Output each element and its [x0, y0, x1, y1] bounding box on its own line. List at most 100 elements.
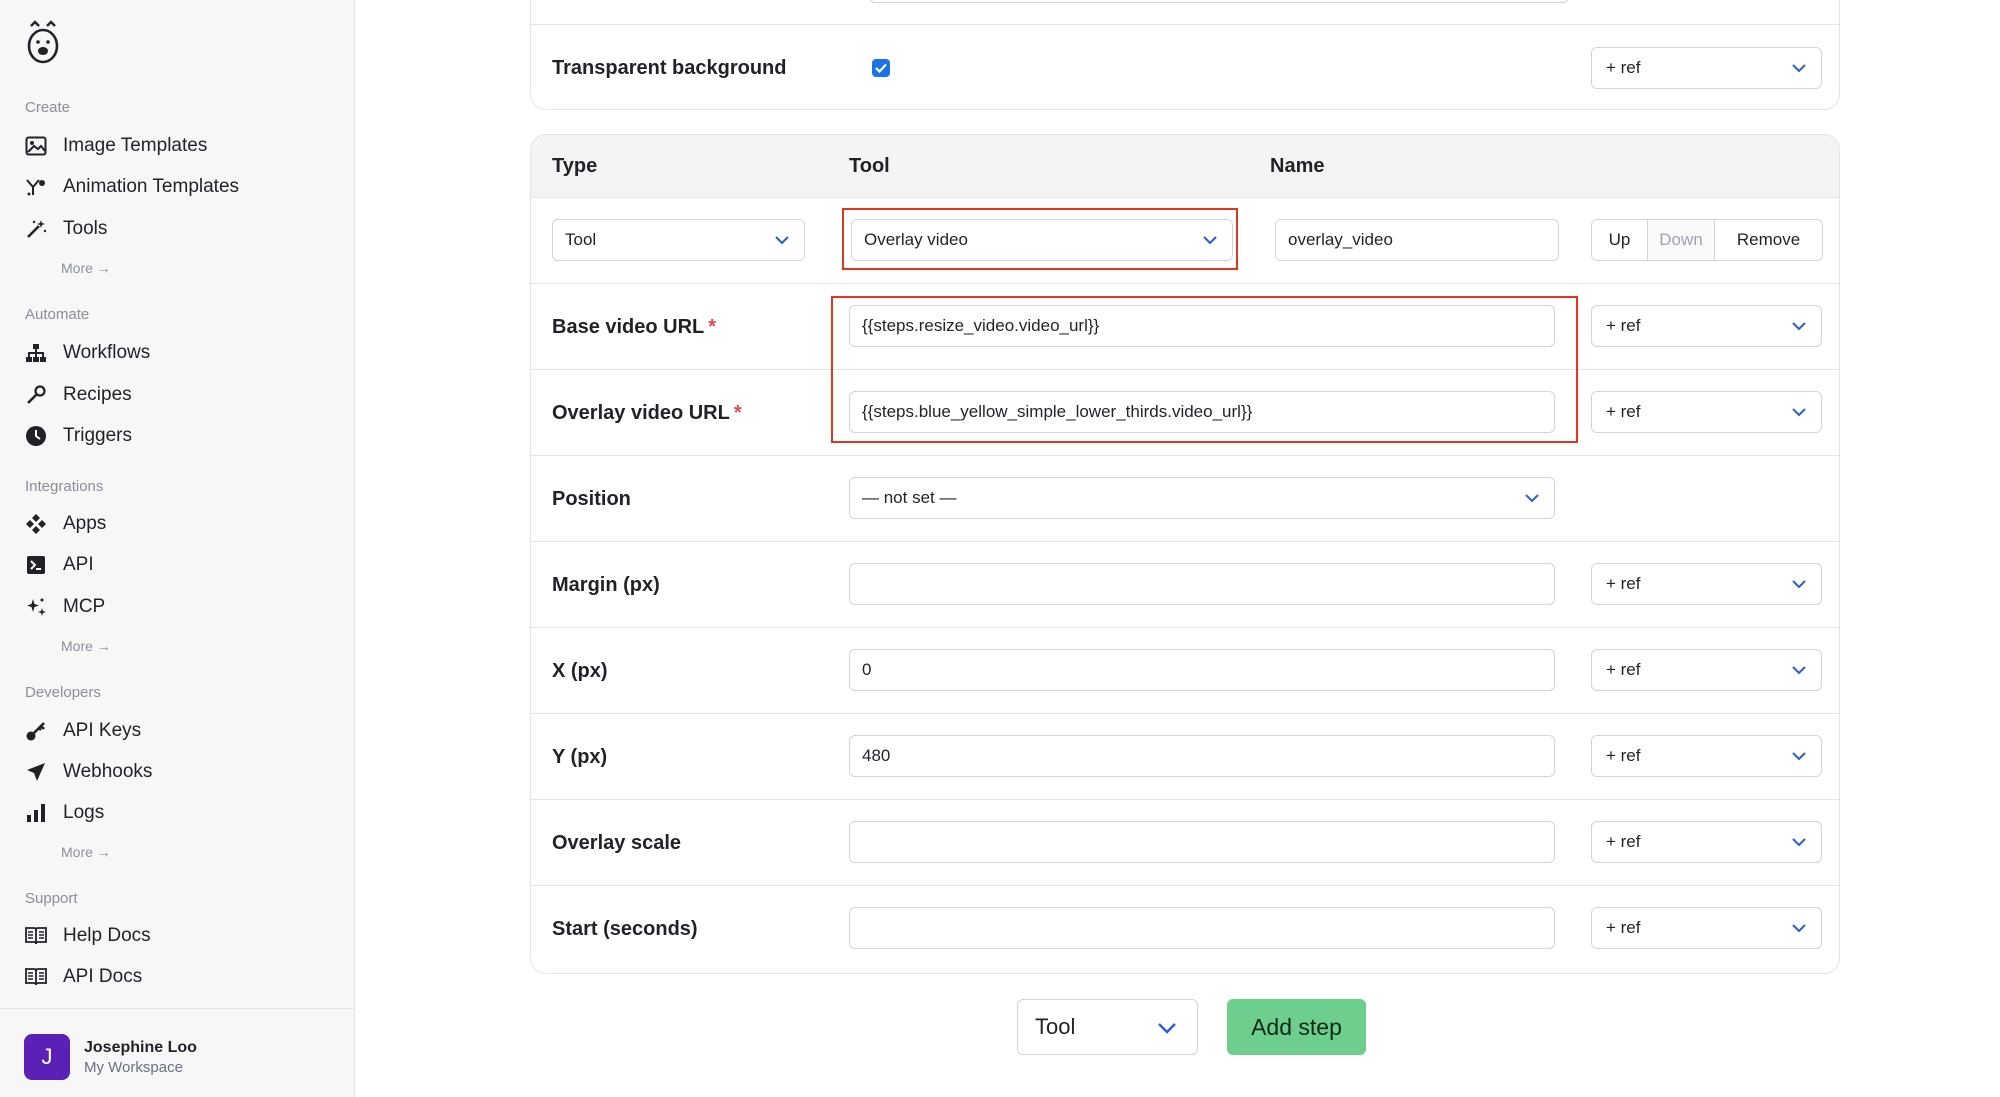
ref-select-margin[interactable]: + ref: [1591, 563, 1822, 605]
x-row: X (px) 0 + ref: [531, 627, 1839, 713]
sidebar-item-api-keys[interactable]: API Keys: [25, 715, 141, 747]
ref-label: + ref: [1606, 402, 1641, 421]
ref-select-overlay-video-url[interactable]: + ref: [1591, 391, 1822, 433]
step-name-input[interactable]: overlay_video: [1275, 219, 1559, 261]
sidebar-item-label: Apps: [63, 513, 107, 534]
chevron-down-icon: [1792, 838, 1806, 847]
x-input[interactable]: 0: [849, 649, 1555, 691]
workspace-name: My Workspace: [84, 1059, 183, 1076]
overlay-video-url-input[interactable]: {{steps.blue_yellow_simple_lower_thirds.…: [849, 391, 1555, 433]
ref-label: + ref: [1606, 316, 1641, 335]
key-icon: [25, 720, 47, 742]
book-icon: [25, 925, 47, 947]
ref-select-base-video-url[interactable]: + ref: [1591, 305, 1822, 347]
position-row: Position — not set —: [531, 455, 1839, 541]
tool-select[interactable]: Overlay video: [851, 219, 1233, 261]
sidebar-item-label: Help Docs: [63, 925, 151, 946]
chevron-down-icon: [1525, 494, 1539, 503]
sidebar-item-api[interactable]: API: [25, 549, 94, 581]
ref-label: + ref: [1606, 918, 1641, 937]
ref-select-transparent[interactable]: + ref: [1591, 47, 1822, 89]
x-label: X (px): [552, 660, 608, 682]
chevron-down-icon: [1792, 408, 1806, 417]
sidebar-item-animation-templates[interactable]: Animation Templates: [25, 171, 239, 203]
position-select[interactable]: — not set —: [849, 477, 1555, 519]
start-seconds-label: Start (seconds): [552, 918, 698, 940]
sidebar-item-recipes[interactable]: Recipes: [25, 379, 132, 411]
send-icon: [25, 761, 47, 783]
sidebar-item-help-docs[interactable]: Help Docs: [25, 920, 151, 952]
step-order-buttons: Up Down Remove: [1591, 219, 1823, 261]
margin-input[interactable]: [849, 563, 1555, 605]
clock-icon: [25, 425, 47, 447]
section-label-support: Support: [25, 890, 78, 907]
sidebar-item-label: Recipes: [63, 384, 132, 405]
base-video-url-input[interactable]: {{steps.resize_video.video_url}}: [849, 305, 1555, 347]
step-config-row: Tool Overlay video overlay_video Up Down…: [531, 197, 1839, 283]
transparent-background-checkbox[interactable]: [872, 59, 890, 77]
integrations-more-link[interactable]: More →: [61, 638, 111, 654]
sidebar: Create Image Templates Animation Templat…: [0, 0, 355, 1097]
sidebar-item-logs[interactable]: Logs: [25, 797, 104, 829]
user-account-card[interactable]: J Josephine Loo My Workspace: [0, 1008, 354, 1097]
sidebar-item-apps[interactable]: Apps: [25, 508, 106, 540]
avatar: J: [24, 1034, 70, 1080]
ref-select-overlay-scale[interactable]: + ref: [1591, 821, 1822, 863]
column-header-type: Type: [552, 155, 598, 177]
base-video-url-label: Base video URL *: [552, 316, 717, 338]
developers-more-link[interactable]: More →: [61, 844, 111, 860]
chevron-down-icon: [1792, 924, 1806, 933]
margin-label: Margin (px): [552, 574, 660, 596]
move-down-button[interactable]: Down: [1648, 220, 1715, 260]
ref-label: + ref: [1606, 746, 1641, 765]
overlay-scale-label: Overlay scale: [552, 832, 681, 854]
margin-row: Margin (px) + ref: [531, 541, 1839, 627]
sidebar-item-webhooks[interactable]: Webhooks: [25, 756, 152, 788]
chevron-down-icon: [1792, 322, 1806, 331]
bear-logo-icon[interactable]: [25, 20, 61, 66]
image-icon: [25, 135, 47, 157]
step-type-select[interactable]: Tool: [552, 219, 805, 261]
previous-field-input[interactable]: [869, 0, 1569, 3]
overlay-scale-input[interactable]: [849, 821, 1555, 863]
animation-icon: [25, 176, 47, 198]
sidebar-item-label: API Docs: [63, 966, 143, 987]
ref-select-y[interactable]: + ref: [1591, 735, 1822, 777]
ref-label: + ref: [1606, 58, 1641, 77]
sidebar-item-label: Workflows: [63, 342, 151, 363]
remove-step-button[interactable]: Remove: [1715, 220, 1822, 260]
sidebar-item-label: Animation Templates: [63, 176, 240, 197]
sidebar-item-label: API Keys: [63, 720, 142, 741]
terminal-icon: [25, 554, 47, 576]
overlay-scale-row: Overlay scale + ref: [531, 799, 1839, 885]
required-marker: *: [733, 402, 742, 424]
previous-step-panel: Transparent background + ref: [530, 0, 1840, 110]
start-seconds-input[interactable]: [849, 907, 1555, 949]
ref-select-start-seconds[interactable]: + ref: [1591, 907, 1822, 949]
workflow-icon: [25, 342, 47, 364]
ref-select-x[interactable]: + ref: [1591, 649, 1822, 691]
section-label-integrations: Integrations: [25, 478, 104, 495]
sidebar-item-api-docs[interactable]: API Docs: [25, 961, 142, 993]
user-name: Josephine Loo: [84, 1039, 197, 1056]
sidebar-item-workflows[interactable]: Workflows: [25, 337, 150, 369]
base-video-url-row: Base video URL * {{steps.resize_video.vid…: [531, 283, 1839, 369]
sidebar-item-label: Webhooks: [63, 761, 153, 782]
sidebar-item-triggers[interactable]: Triggers: [25, 420, 132, 452]
create-more-link[interactable]: More →: [61, 260, 111, 276]
add-step-button[interactable]: Add step: [1227, 999, 1366, 1055]
y-label: Y (px): [552, 746, 608, 768]
move-up-button[interactable]: Up: [1592, 220, 1648, 260]
new-step-type-select[interactable]: Tool: [1017, 999, 1198, 1055]
y-row: Y (px) 480 + ref: [531, 713, 1839, 799]
sidebar-item-image-templates[interactable]: Image Templates: [25, 130, 207, 162]
sidebar-item-tools[interactable]: Tools: [25, 213, 107, 245]
y-input[interactable]: 480: [849, 735, 1555, 777]
start-seconds-row: Start (seconds) + ref: [531, 885, 1839, 973]
apps-icon: [25, 513, 47, 535]
sidebar-item-mcp[interactable]: MCP: [25, 591, 105, 623]
sidebar-item-label: Tools: [63, 218, 108, 239]
overlay-video-url-row: Overlay video URL * {{steps.blue_yellow_s…: [531, 369, 1839, 455]
overlay-video-step-panel: Type Tool Name Tool Overlay video overla…: [530, 134, 1840, 974]
ref-label: + ref: [1606, 660, 1641, 679]
